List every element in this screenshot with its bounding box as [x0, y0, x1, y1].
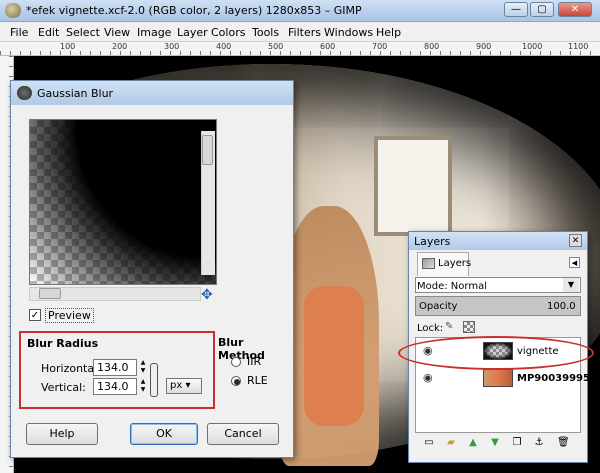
ruler-label: 400	[216, 42, 232, 51]
preview-checkbox[interactable]: ✓	[29, 309, 41, 321]
minimize-button[interactable]: —	[504, 2, 528, 17]
menu-help[interactable]: Help	[376, 26, 401, 39]
navigate-icon[interactable]: ✥	[201, 287, 213, 303]
chevron-down-icon: ▾	[185, 380, 191, 391]
horizontal-label: Horizontal:	[41, 362, 101, 375]
vignette-layer-highlight	[398, 336, 594, 370]
preview-vertical-scroll-thumb[interactable]	[202, 135, 213, 165]
help-button[interactable]: Help	[26, 423, 98, 445]
gimp-icon	[17, 86, 32, 100]
menu-file[interactable]: File	[10, 26, 28, 39]
vertical-spin-arrows[interactable]: ▲ ▼	[138, 378, 148, 395]
blur-radius-heading: Blur Radius	[27, 337, 99, 350]
mode-value: Mode: Normal	[417, 281, 487, 292]
gaussian-blur-dialog: Gaussian Blur ✥ ✓ Preview Blur Radius Ho…	[10, 80, 294, 458]
ruler-label: 200	[112, 42, 128, 51]
rle-radio-selected-dot	[234, 379, 240, 385]
layers-close-button[interactable]: ✕	[569, 234, 582, 247]
raise-layer-icon[interactable]: ▲	[467, 437, 479, 449]
ruler-label: 1000	[522, 42, 543, 51]
vertical-radius-input[interactable]: 134.0	[93, 378, 137, 395]
menu-view[interactable]: View	[104, 26, 130, 39]
opacity-label: Opacity	[419, 301, 458, 312]
vertical-label: Vertical:	[41, 381, 86, 394]
alpha-lock-icon[interactable]	[463, 321, 475, 333]
ruler-label: 900	[476, 42, 492, 51]
layers-dialog-title: Layers	[414, 235, 451, 248]
ruler-label: 500	[268, 42, 284, 51]
ruler-label: 700	[372, 42, 388, 51]
anchor-layer-icon[interactable]: ⚓	[533, 437, 545, 449]
menu-image[interactable]: Image	[137, 26, 171, 39]
horizontal-spin-arrows[interactable]: ▲ ▼	[138, 359, 148, 376]
menu-layer[interactable]: Layer	[177, 26, 208, 39]
chain-link-icon[interactable]	[150, 363, 158, 397]
ruler-label: 100	[60, 42, 76, 51]
eye-icon[interactable]: ◉	[423, 371, 433, 384]
menu-edit[interactable]: Edit	[38, 26, 59, 39]
window-title: *efek vignette.xcf-2.0 (RGB color, 2 lay…	[26, 4, 362, 17]
gimp-app-icon	[5, 3, 21, 18]
rle-label[interactable]: RLE	[247, 374, 268, 387]
lock-label: Lock:	[417, 323, 444, 334]
ruler-label: 300	[164, 42, 180, 51]
menu-filters[interactable]: Filters	[288, 26, 321, 39]
layer-thumbnail	[483, 369, 513, 387]
iir-radio[interactable]	[231, 357, 241, 367]
ruler-label: 1100	[568, 42, 589, 51]
horizontal-radius-input[interactable]: 134.0	[93, 359, 137, 376]
photo-girl-dress	[304, 286, 364, 426]
lower-layer-icon[interactable]: ▼	[489, 437, 501, 449]
opacity-value: 100.0	[547, 301, 576, 312]
delete-layer-icon[interactable]: 🗑	[557, 437, 570, 449]
ruler-label: 600	[320, 42, 336, 51]
menu-colors[interactable]: Colors	[211, 26, 245, 39]
menu-windows[interactable]: Windows	[324, 26, 373, 39]
blur-preview[interactable]	[29, 119, 217, 285]
ok-button[interactable]: OK	[130, 423, 198, 445]
layer-name[interactable]: MP900399955...	[517, 373, 600, 384]
layers-icon	[422, 258, 435, 269]
brush-lock-icon[interactable]: ✎	[445, 321, 453, 332]
dialog-title: Gaussian Blur	[37, 87, 114, 100]
horizontal-ruler[interactable]	[0, 42, 600, 56]
ruler-label: 800	[424, 42, 440, 51]
unit-value: px	[170, 380, 183, 391]
maximize-button[interactable]: ▢	[530, 2, 554, 17]
iir-label[interactable]: IIR	[247, 355, 261, 368]
new-layer-group-icon[interactable]: ▰	[445, 437, 457, 449]
preview-label[interactable]: Preview	[45, 308, 94, 323]
menu-select[interactable]: Select	[66, 26, 100, 39]
menu-tools[interactable]: Tools	[252, 26, 279, 39]
tab-menu-icon[interactable]: ◀	[569, 257, 580, 268]
tab-layers-label: Layers	[438, 258, 472, 269]
duplicate-layer-icon[interactable]: ❐	[511, 437, 523, 449]
photo-window-detail	[374, 136, 452, 236]
new-layer-icon[interactable]: ▭	[423, 437, 435, 449]
window-close-button[interactable]: ✕	[558, 2, 592, 17]
preview-horizontal-scroll-thumb[interactable]	[39, 288, 61, 299]
unit-dropdown[interactable]: px ▾	[166, 378, 202, 394]
chevron-down-icon[interactable]: ▼	[563, 278, 579, 292]
cancel-button[interactable]: Cancel	[207, 423, 279, 445]
